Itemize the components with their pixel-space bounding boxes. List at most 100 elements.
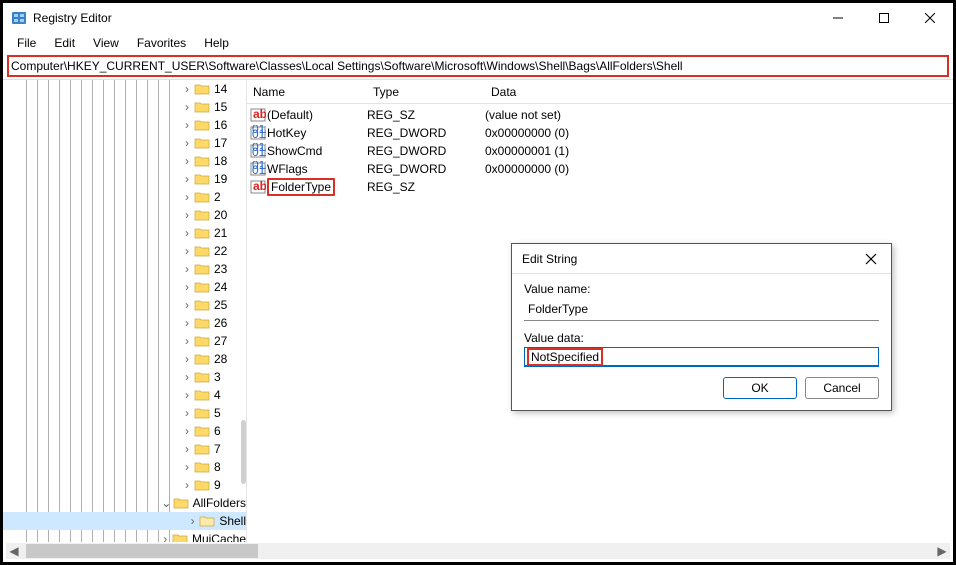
tree-item-17[interactable]: ›17 (3, 134, 246, 152)
folder-icon (194, 154, 210, 168)
scroll-thumb[interactable] (26, 544, 258, 558)
value-name-field[interactable]: FolderType (524, 298, 879, 321)
scroll-left-icon[interactable]: ◀ (6, 543, 22, 559)
folder-icon (194, 424, 210, 438)
folder-icon (194, 190, 210, 204)
chevron-right-icon: › (180, 208, 194, 222)
folder-icon (199, 514, 215, 528)
folder-icon (194, 136, 210, 150)
tree-item-23[interactable]: ›23 (3, 260, 246, 278)
value-row[interactable]: 01100110HotKeyREG_DWORD0x00000000 (0) (247, 124, 953, 142)
tree-item-4[interactable]: ›4 (3, 386, 246, 404)
minimize-button[interactable] (815, 3, 861, 33)
tree-item-5[interactable]: ›5 (3, 404, 246, 422)
tree-item-label: 27 (214, 334, 227, 348)
splitter-handle[interactable] (241, 420, 246, 484)
address-bar[interactable]: Computer\HKEY_CURRENT_USER\Software\Clas… (7, 55, 949, 77)
folder-icon (172, 532, 188, 542)
col-type[interactable]: Type (367, 85, 485, 99)
tree-item-28[interactable]: ›28 (3, 350, 246, 368)
chevron-right-icon: › (180, 100, 194, 114)
value-data: 0x00000001 (1) (485, 144, 953, 158)
maximize-button[interactable] (861, 3, 907, 33)
tree-item-label: 18 (214, 154, 227, 168)
horizontal-scrollbar[interactable]: ◀ ▶ (6, 543, 950, 559)
folder-icon (194, 334, 210, 348)
chevron-right-icon: › (180, 460, 194, 474)
tree-item-8[interactable]: ›8 (3, 458, 246, 476)
tree-item-25[interactable]: ›25 (3, 296, 246, 314)
binary-icon: 01100110 (249, 125, 267, 141)
value-data-label: Value data: (524, 331, 879, 345)
tree-item-label: 8 (214, 460, 221, 474)
tree-item-label: 22 (214, 244, 227, 258)
tree-panel[interactable]: ›14›15›16›17›18›19›2›20›21›22›23›24›25›2… (3, 80, 247, 542)
tree-item-15[interactable]: ›15 (3, 98, 246, 116)
tree-item-shell[interactable]: ›Shell (3, 512, 246, 530)
tree-item-21[interactable]: ›21 (3, 224, 246, 242)
chevron-right-icon: › (180, 388, 194, 402)
tree-item-22[interactable]: ›22 (3, 242, 246, 260)
menu-view[interactable]: View (85, 34, 127, 52)
tree-item-26[interactable]: ›26 (3, 314, 246, 332)
tree-item-24[interactable]: ›24 (3, 278, 246, 296)
string-icon: ab (249, 107, 267, 123)
tree-item-allfolders[interactable]: ⌄AllFolders (3, 494, 246, 512)
folder-icon (194, 298, 210, 312)
value-row[interactable]: 01100110ShowCmdREG_DWORD0x00000001 (1) (247, 142, 953, 160)
value-row[interactable]: 01100110WFlagsREG_DWORD0x00000000 (0) (247, 160, 953, 178)
chevron-right-icon: › (180, 424, 194, 438)
col-name[interactable]: Name (247, 85, 367, 99)
tree-item-14[interactable]: ›14 (3, 80, 246, 98)
menu-help[interactable]: Help (196, 34, 237, 52)
value-row[interactable]: abFolderTypeREG_SZ (247, 178, 953, 196)
tree-item-label: 14 (214, 82, 227, 96)
tree-item-20[interactable]: ›20 (3, 206, 246, 224)
tree-item-label: Shell (219, 514, 246, 528)
cancel-button[interactable]: Cancel (805, 377, 879, 399)
binary-icon: 01100110 (249, 143, 267, 159)
menu-favorites[interactable]: Favorites (129, 34, 194, 52)
scroll-right-icon[interactable]: ▶ (934, 543, 950, 559)
chevron-right-icon: › (180, 370, 194, 384)
binary-icon: 01100110 (249, 161, 267, 177)
tree-item-label: MuiCache (192, 532, 246, 542)
tree-item-6[interactable]: ›6 (3, 422, 246, 440)
value-data-field[interactable]: NotSpecified (524, 347, 879, 367)
folder-icon (194, 352, 210, 366)
tree-item-label: 3 (214, 370, 221, 384)
chevron-right-icon: › (180, 334, 194, 348)
tree-item-label: 17 (214, 136, 227, 150)
chevron-right-icon: › (180, 262, 194, 276)
ok-button[interactable]: OK (723, 377, 797, 399)
folder-icon (194, 82, 210, 96)
tree-item-label: 4 (214, 388, 221, 402)
column-headers[interactable]: Name Type Data (247, 80, 953, 104)
close-button[interactable] (907, 3, 953, 33)
dialog-close-button[interactable] (861, 253, 881, 265)
chevron-right-icon: › (158, 532, 172, 542)
value-type: REG_DWORD (367, 144, 485, 158)
svg-text:0110: 0110 (252, 127, 266, 141)
tree-item-7[interactable]: ›7 (3, 440, 246, 458)
tree-item-3[interactable]: ›3 (3, 368, 246, 386)
folder-icon (173, 496, 189, 510)
tree-item-muicache[interactable]: › MuiCache (3, 530, 246, 542)
tree-item-2[interactable]: ›2 (3, 188, 246, 206)
chevron-right-icon: › (180, 442, 194, 456)
col-data[interactable]: Data (485, 85, 953, 99)
tree-item-19[interactable]: ›19 (3, 170, 246, 188)
tree-item-27[interactable]: › 27 (3, 332, 246, 350)
tree-item-16[interactable]: ›16 (3, 116, 246, 134)
titlebar: Registry Editor (3, 3, 953, 33)
tree-item-9[interactable]: ›9 (3, 476, 246, 494)
value-name: FolderType (267, 180, 367, 194)
value-row[interactable]: ab(Default)REG_SZ(value not set) (247, 106, 953, 124)
tree-item-18[interactable]: ›18 (3, 152, 246, 170)
menu-file[interactable]: File (9, 34, 44, 52)
folder-icon (194, 460, 210, 474)
menu-edit[interactable]: Edit (46, 34, 83, 52)
tree-item-label: 26 (214, 316, 227, 330)
value-name: HotKey (267, 126, 367, 140)
chevron-right-icon: › (180, 280, 194, 294)
